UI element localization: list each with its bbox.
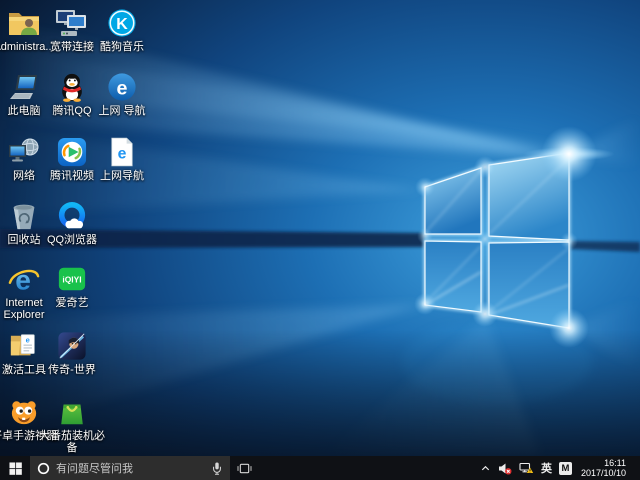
- chevron-up-icon: [480, 463, 491, 474]
- desktop-icon-dafanqie[interactable]: 大番茄装机必备: [39, 395, 105, 454]
- system-tray: 英 M 16:11 2017/10/10: [477, 456, 640, 480]
- desktop-icon-label: 回收站: [8, 234, 41, 246]
- clock-time: 16:11: [604, 458, 626, 469]
- clock[interactable]: 16:11 2017/10/10: [576, 458, 633, 479]
- start-button[interactable]: [0, 456, 30, 480]
- desktop-icon-label: 酷狗音乐: [100, 41, 144, 53]
- legend-world-game-icon: [57, 329, 87, 363]
- desktop-icon-recycle-bin[interactable]: 回收站: [1, 199, 47, 246]
- user-folder-icon: [7, 6, 41, 40]
- ie-e-glyph: e: [15, 264, 31, 294]
- desktop-icon-label: 网络: [13, 170, 35, 182]
- desktop-icon-label: 宽带连接: [50, 41, 94, 53]
- iqiyi-icon: iQIYI: [57, 262, 87, 296]
- desktop-icon-label: 传奇-世界: [48, 364, 96, 376]
- internet-explorer-icon: e: [8, 262, 40, 296]
- desktop-wallpaper: [0, 0, 640, 456]
- desktop-icon-qq-browser[interactable]: QQ浏览器: [49, 199, 95, 246]
- desktop-icon-label: 此电脑: [8, 105, 41, 117]
- desktop-icon-administrator[interactable]: Administra...: [1, 6, 47, 53]
- shopping-bag-icon: [57, 395, 87, 429]
- cortana-icon: [37, 462, 50, 475]
- windows-logo-icon: [9, 462, 22, 475]
- desktop-icon-this-pc[interactable]: 此电脑: [1, 70, 47, 117]
- kugou-music-icon: K: [107, 6, 137, 40]
- nav-e-glyph: e: [117, 78, 128, 100]
- desktop-icon-tencent-qq[interactable]: 腾讯QQ: [49, 70, 95, 117]
- desktop-icon-iqiyi[interactable]: iQIYI 爱奇艺: [49, 262, 95, 309]
- desktop-icon-label: 上网导航: [100, 170, 144, 182]
- desktop-icon-kugou[interactable]: K 酷狗音乐: [99, 6, 145, 53]
- ime-mode-indicator: M: [559, 462, 572, 475]
- iqiyi-glyph: iQIYI: [62, 274, 81, 284]
- search-input[interactable]: 有问题尽管问我: [30, 456, 230, 480]
- desktop-icon-activation-tool[interactable]: e 激活工具: [1, 329, 47, 376]
- tray-show-hidden-icons-button[interactable]: [477, 456, 494, 480]
- activation-tool-icon: e: [9, 329, 39, 363]
- desktop-icon-label: 腾讯QQ: [52, 105, 91, 117]
- desktop-icon-label: 大番茄装机必备: [39, 430, 105, 454]
- desktop-icon-label: 上网 导航: [98, 105, 145, 117]
- recycle-bin-icon: [9, 199, 39, 233]
- activation-e-glyph: e: [26, 335, 30, 344]
- this-pc-icon: [7, 70, 41, 104]
- browser-e-circle-icon: e: [107, 70, 137, 104]
- qq-penguin-icon: [57, 70, 87, 104]
- search-placeholder: 有问题尽管问我: [56, 460, 205, 476]
- desktop-icon-label: 爱奇艺: [56, 297, 89, 309]
- monster-app-icon: [9, 395, 39, 429]
- qq-browser-icon: [57, 199, 87, 233]
- desktop-icon-network[interactable]: 网络: [1, 135, 47, 182]
- desktop-icon-web-nav-doc[interactable]: e 上网导航: [99, 135, 145, 182]
- desktop-icon-broadband[interactable]: 宽带连接: [49, 6, 95, 53]
- speaker-muted-icon: [498, 462, 512, 475]
- desktop-icon-internet-explorer[interactable]: e Internet Explorer: [1, 262, 47, 321]
- microphone-icon[interactable]: [211, 461, 223, 476]
- desktop-icon-legend-world[interactable]: 传奇-世界: [49, 329, 95, 376]
- tencent-video-icon: [57, 135, 87, 169]
- desktop-icon-label: Administra...: [0, 41, 55, 53]
- browser-e-document-icon: e: [109, 135, 135, 169]
- kugou-k-glyph: K: [116, 16, 128, 33]
- ime-language-indicator: 英: [541, 460, 552, 476]
- taskbar: 有问题尽管问我: [0, 456, 640, 480]
- clock-date: 2017/10/10: [581, 468, 626, 479]
- desktop-icon-label: QQ浏览器: [47, 234, 97, 246]
- tray-ime-language-button[interactable]: 英: [538, 456, 555, 480]
- tray-ime-mode-button[interactable]: M: [556, 456, 575, 480]
- desktop-icon-label: 激活工具: [2, 364, 46, 376]
- network-warning-icon: [519, 462, 534, 475]
- doc-e-glyph: e: [118, 146, 127, 163]
- task-view-icon: [237, 462, 252, 475]
- taskbar-empty-area: [258, 456, 477, 480]
- tray-network-button[interactable]: [516, 456, 537, 480]
- desktop-icon-label: Internet Explorer: [1, 297, 47, 321]
- tray-volume-button[interactable]: [495, 456, 515, 480]
- network-icon: [7, 135, 41, 169]
- broadband-connection-icon: [55, 6, 89, 40]
- desktop-icon-web-nav-app[interactable]: e 上网 导航: [99, 70, 145, 117]
- task-view-button[interactable]: [230, 456, 258, 480]
- desktop-icon-tencent-video[interactable]: 腾讯视频: [49, 135, 95, 182]
- desktop-icon-label: 腾讯视频: [50, 170, 94, 182]
- desktop: Administra... 此电脑 网络: [0, 0, 640, 480]
